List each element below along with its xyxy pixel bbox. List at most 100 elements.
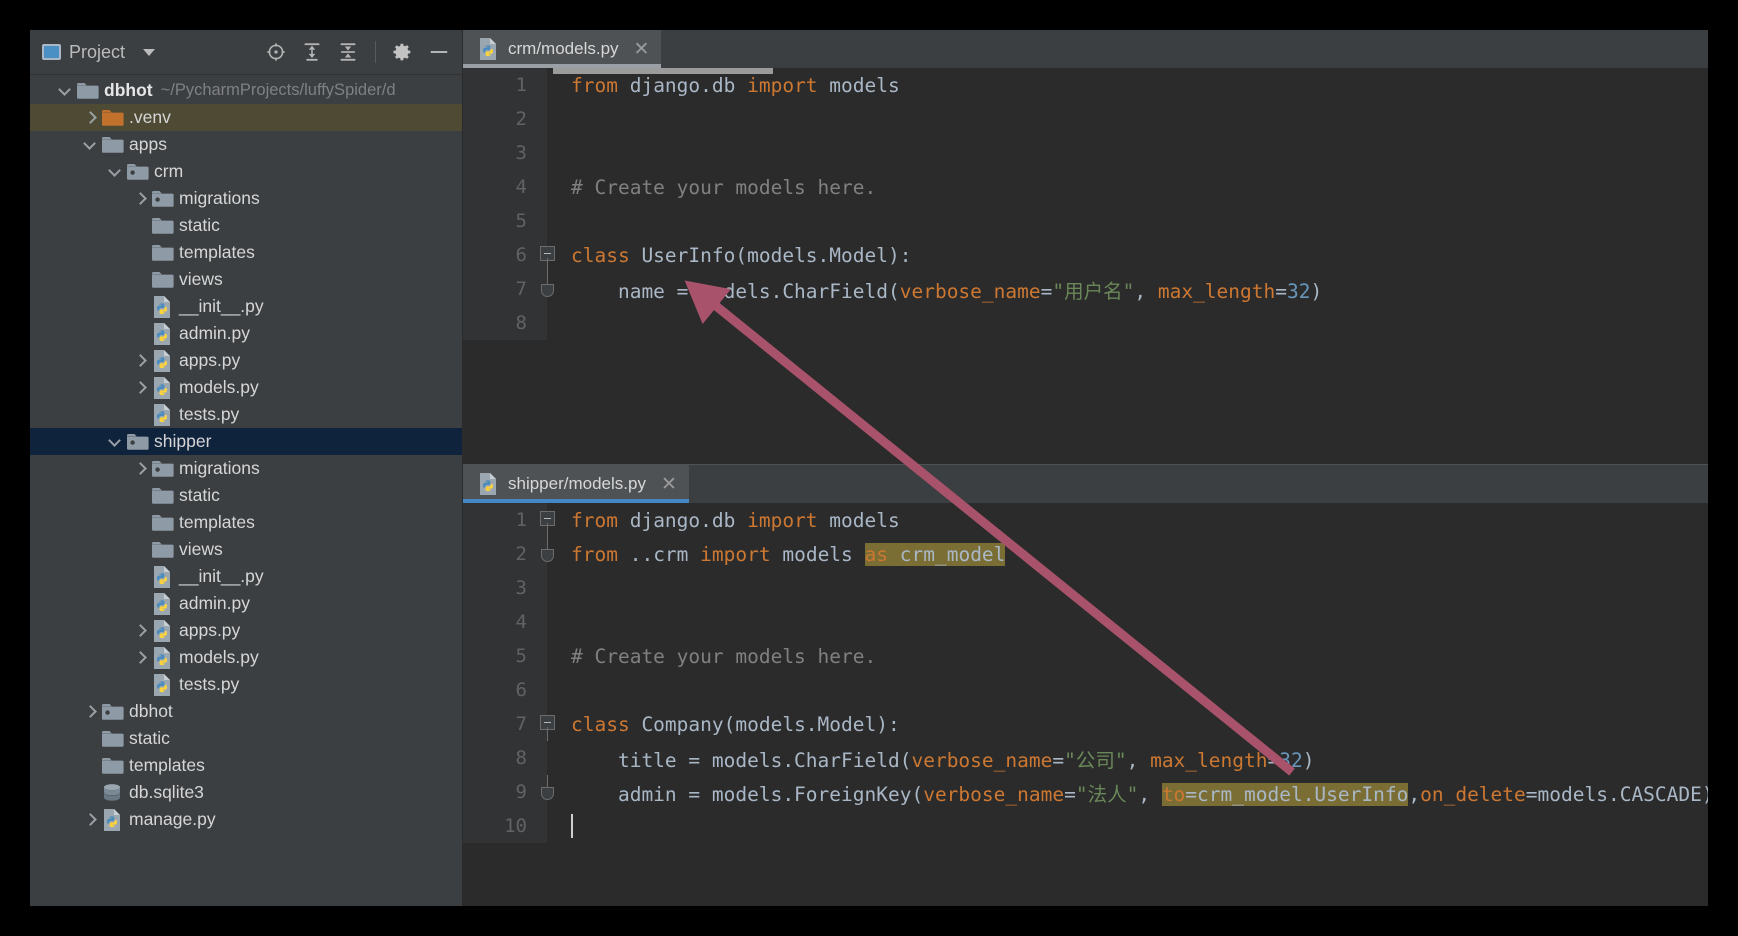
chevron-right-icon[interactable] [81,811,99,829]
close-icon[interactable]: ✕ [634,40,650,59]
settings-gear-icon[interactable] [392,41,414,63]
tree-item-static[interactable]: static [30,212,462,239]
chevron-right-icon[interactable] [81,109,99,127]
tree-spacer [81,784,99,802]
fold-gutter[interactable] [537,102,559,136]
folder-icon [151,486,175,506]
tree-item-label: apps.py [179,350,240,371]
tree-item-crm[interactable]: crm [30,158,462,185]
fold-gutter[interactable] [537,68,559,102]
chevron-right-icon[interactable] [131,649,149,667]
code-token: = [1275,280,1287,303]
chevron-right-icon[interactable] [131,352,149,370]
code-text: title = models.CharField(verbose_name="公… [559,744,1314,773]
tree-item--init-py[interactable]: __init__.py [30,293,462,320]
code-token: from [571,509,618,532]
fold-gutter[interactable] [537,238,559,272]
fold-gutter[interactable] [537,272,559,306]
code-token: # Create your models here. [571,645,876,668]
tree-item-views[interactable]: views [30,536,462,563]
select-opened-file-icon[interactable] [265,41,287,63]
tree-item-label: admin.py [179,593,250,614]
fold-gutter[interactable] [537,571,559,605]
tree-item-migrations[interactable]: migrations [30,185,462,212]
collapse-all-icon[interactable] [337,41,359,63]
expand-all-icon[interactable] [301,41,323,63]
line-number: 6 [463,679,537,701]
folder-module-icon [126,162,150,182]
tree-item-templates[interactable]: templates [30,239,462,266]
code-text: # Create your models here. [559,645,876,668]
tree-item-views[interactable]: views [30,266,462,293]
code-line: 5 [463,204,1708,238]
code-line: 7class Company(models.Model): [463,707,1708,741]
code-token: ) [1303,749,1315,772]
tree-item-icon [151,646,177,670]
code-editor-shipper-models[interactable]: 1from django.db import models2from ..crm… [463,503,1708,843]
fold-gutter[interactable] [537,809,559,843]
chevron-right-icon[interactable] [81,703,99,721]
fold-gutter[interactable] [537,605,559,639]
tree-item-models-py[interactable]: models.py [30,644,462,671]
chevron-down-icon[interactable] [143,49,155,56]
chevron-down-icon[interactable] [56,82,74,100]
tree-item-templates[interactable]: templates [30,509,462,536]
tree-item-admin-py[interactable]: admin.py [30,590,462,617]
tree-item-dbhot[interactable]: dbhot [30,698,462,725]
tree-item-models-py[interactable]: models.py [30,374,462,401]
fold-gutter[interactable] [537,639,559,673]
tree-item-templates[interactable]: templates [30,752,462,779]
chevron-right-icon[interactable] [131,379,149,397]
tree-item-shipper[interactable]: shipper [30,428,462,455]
tree-item-icon [151,349,177,373]
fold-gutter[interactable] [537,775,559,809]
tree-item-icon [101,135,127,155]
tabbar-empty-space [689,465,1708,503]
tree-spacer [131,406,149,424]
screenshot-root: Project [0,0,1738,936]
project-file-tree[interactable]: dbhot~/PycharmProjects/luffySpider/d.ven… [30,75,462,906]
chevron-right-icon[interactable] [131,622,149,640]
tree-item-apps-py[interactable]: apps.py [30,617,462,644]
tree-item--venv[interactable]: .venv [30,104,462,131]
close-icon[interactable]: ✕ [661,475,677,494]
fold-gutter[interactable] [537,136,559,170]
tree-item-tests-py[interactable]: tests.py [30,671,462,698]
tree-item-label: templates [129,755,205,776]
chevron-right-icon[interactable] [131,190,149,208]
tree-item-apps[interactable]: apps [30,131,462,158]
fold-gutter[interactable] [537,673,559,707]
code-token: name = models.CharField( [571,280,900,303]
fold-gutter[interactable] [537,503,559,537]
chevron-down-icon[interactable] [106,163,124,181]
tree-item-icon [151,376,177,400]
tree-item-static[interactable]: static [30,725,462,752]
tree-item--init-py[interactable]: __init__.py [30,563,462,590]
chevron-right-icon[interactable] [131,460,149,478]
chevron-down-icon[interactable] [81,136,99,154]
fold-gutter[interactable] [537,306,559,340]
fold-gutter[interactable] [537,707,559,741]
hide-icon[interactable] [428,41,450,63]
fold-gutter[interactable] [537,204,559,238]
fold-gutter[interactable] [537,741,559,775]
tree-item-label: crm [154,161,183,182]
fold-gutter[interactable] [537,170,559,204]
tree-item-db-sqlite3[interactable]: db.sqlite3 [30,779,462,806]
tree-item-static[interactable]: static [30,482,462,509]
tab-crm-models[interactable]: crm/models.py ✕ [463,30,661,68]
tab-shipper-models[interactable]: shipper/models.py ✕ [463,465,689,503]
tree-item-admin-py[interactable]: admin.py [30,320,462,347]
tree-item-apps-py[interactable]: apps.py [30,347,462,374]
project-title-button[interactable]: Project [42,42,155,63]
chevron-down-icon[interactable] [106,433,124,451]
code-editor-crm-models[interactable]: 1from django.db import models234# Create… [463,68,1708,340]
project-title-label: Project [69,42,125,63]
tree-item-dbhot[interactable]: dbhot~/PycharmProjects/luffySpider/d [30,77,462,104]
code-token: , [1408,783,1420,806]
tree-item-migrations[interactable]: migrations [30,455,462,482]
tree-item-manage-py[interactable]: manage.py [30,806,462,833]
tree-item-tests-py[interactable]: tests.py [30,401,462,428]
fold-gutter[interactable] [537,537,559,571]
tree-item-label: admin.py [179,323,250,344]
